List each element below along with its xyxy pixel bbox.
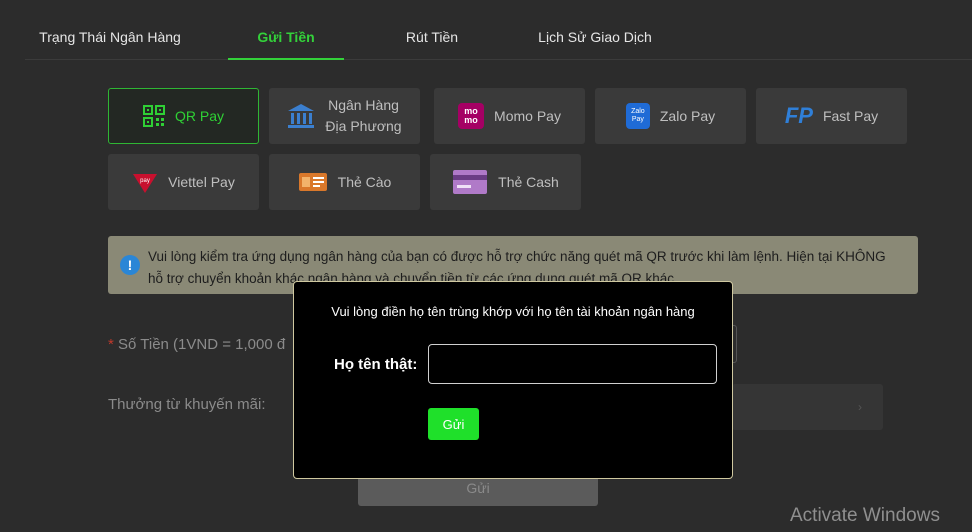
viettelpay-icon: pay: [132, 170, 158, 194]
bank-icon: [287, 103, 315, 129]
payment-method-label: Ngân Hàng Địa Phương: [325, 95, 401, 137]
tab-label: Gửi Tiền: [257, 29, 315, 45]
tab-label: Rút Tiền: [405, 29, 459, 45]
label-line-2: Địa Phương: [325, 118, 402, 134]
tab-label: Lịch Sử Giao Dịch: [538, 29, 652, 45]
payment-method-fast-pay[interactable]: FP Fast Pay: [756, 88, 907, 144]
payment-method-viettel[interactable]: pay Viettel Pay: [108, 154, 259, 210]
cash-card-icon: [452, 169, 488, 195]
payment-method-label: QR Pay: [174, 107, 224, 124]
payment-method-momo[interactable]: mo mo Momo Pay: [434, 88, 585, 144]
modal-title: Vui lòng điền họ tên trùng khớp với họ t…: [331, 304, 695, 319]
info-icon: !: [120, 255, 140, 275]
qr-code-icon: [142, 105, 165, 127]
payment-method-qr-pay[interactable]: QR Pay: [108, 88, 259, 144]
payment-method-scratch-card[interactable]: Thẻ Cào: [269, 154, 420, 210]
momo-icon: mo mo: [458, 103, 485, 129]
amount-label-text: Số Tiền (1VND = 1,000 đ: [118, 336, 286, 353]
real-name-label: Họ tên thật:: [334, 356, 418, 373]
payment-method-cash-card[interactable]: Thẻ Cash: [430, 154, 581, 210]
payment-method-local-bank[interactable]: Ngân Hàng Địa Phương: [269, 88, 420, 144]
payment-method-label: Fast Pay: [822, 107, 879, 124]
tab-bar: Trạng Thái Ngân Hàng Gửi Tiền Rút Tiền L…: [25, 18, 972, 60]
name-modal: Vui lòng điền họ tên trùng khớp với họ t…: [293, 281, 733, 479]
tab-bank-status[interactable]: Trạng Thái Ngân Hàng: [25, 18, 195, 60]
zalopay-icon: Zalo Pay: [625, 103, 650, 129]
amount-label: * Số Tiền (1VND = 1,000 đ: [108, 336, 285, 353]
svg-text:pay: pay: [140, 178, 150, 184]
tab-label: Trạng Thái Ngân Hàng: [39, 29, 181, 45]
payment-method-label: Zalo Pay: [659, 107, 716, 124]
submit-label: Gửi: [466, 480, 490, 496]
payment-method-label: Momo Pay: [494, 107, 561, 124]
required-marker: *: [108, 336, 119, 353]
notice-line-1: Vui lòng kiểm tra ứng dụng ngân hàng của…: [148, 249, 886, 264]
modal-submit-button[interactable]: Gửi: [428, 408, 479, 440]
tab-history[interactable]: Lịch Sử Giao Dịch: [525, 18, 665, 60]
windows-watermark: Activate Windows: [790, 505, 940, 526]
promo-label: Thưởng từ khuyến mãi:: [108, 396, 266, 413]
payment-method-label: Thẻ Cào: [337, 173, 392, 190]
payment-method-label: Viettel Pay: [168, 173, 235, 190]
payment-method-zalo[interactable]: Zalo Pay Zalo Pay: [595, 88, 746, 144]
scratch-card-icon: [298, 172, 328, 192]
tab-withdraw[interactable]: Rút Tiền: [380, 18, 484, 60]
tab-deposit[interactable]: Gửi Tiền: [228, 18, 344, 60]
label-line-1: Ngân Hàng: [328, 97, 399, 113]
real-name-input[interactable]: [428, 344, 717, 384]
payment-method-label: Thẻ Cash: [498, 173, 559, 190]
chevron-right-icon: ›: [858, 400, 862, 414]
fastpay-icon: FP: [784, 103, 813, 128]
